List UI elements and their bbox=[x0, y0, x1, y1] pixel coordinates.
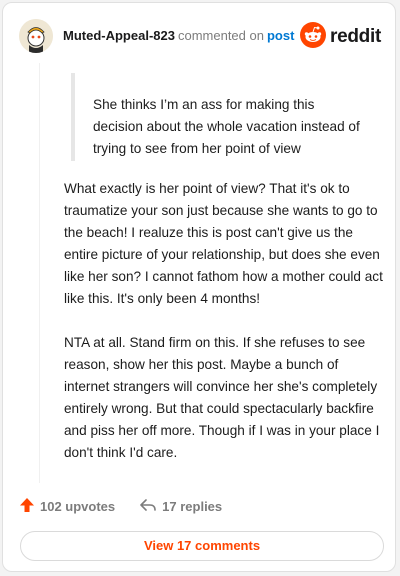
reply-count: 17 replies bbox=[162, 498, 223, 514]
avatar[interactable] bbox=[19, 19, 53, 53]
comment-card: Muted-Appeal-823 commented on post reddit bbox=[2, 2, 396, 572]
quote-bar bbox=[71, 73, 75, 161]
username[interactable]: Muted-Appeal-823 bbox=[63, 28, 175, 43]
replies-button[interactable]: 17 replies bbox=[139, 497, 222, 516]
upvote-count: 102 upvotes bbox=[40, 498, 116, 514]
reddit-logo[interactable]: reddit bbox=[300, 21, 381, 53]
reddit-logo-icon bbox=[300, 21, 327, 53]
upvote-button[interactable]: 102 upvotes bbox=[19, 497, 115, 516]
upvote-arrow-icon bbox=[19, 497, 35, 516]
comment-meta: Muted-Appeal-823 commented on post bbox=[63, 28, 294, 43]
post-link[interactable]: post bbox=[267, 28, 294, 43]
reddit-wordmark: reddit bbox=[330, 26, 381, 47]
commented-on-label: commented on bbox=[177, 28, 264, 43]
quoted-text: She thinks I’m an ass for making this de… bbox=[93, 97, 360, 156]
comment-paragraph: NTA at all. Stand firm on this. If she r… bbox=[64, 335, 380, 460]
comment-actions: 102 upvotes 17 replies bbox=[19, 495, 246, 517]
comment-header: Muted-Appeal-823 commented on post reddit bbox=[19, 19, 381, 55]
thread-line bbox=[39, 63, 40, 483]
reply-arrow-icon bbox=[139, 497, 157, 516]
comment-paragraph: What exactly is her point of view? That … bbox=[64, 181, 383, 306]
view-comments-button[interactable]: View 17 comments bbox=[20, 531, 384, 561]
